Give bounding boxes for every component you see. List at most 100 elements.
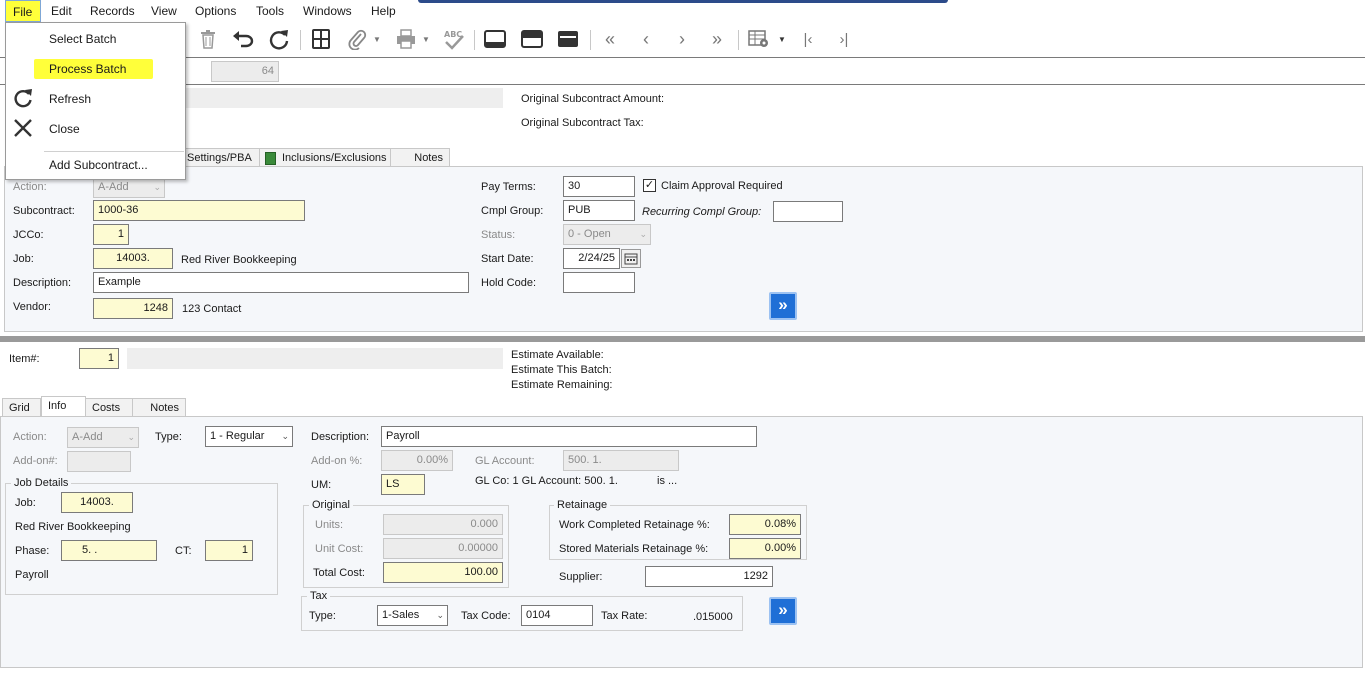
calculator-icon[interactable] <box>308 26 334 52</box>
menu-help[interactable]: Help <box>371 4 396 18</box>
layout-top-icon[interactable] <box>555 26 581 52</box>
cmpl-group-input[interactable]: PUB <box>563 200 635 221</box>
gl-account-input[interactable]: 500. 1. <box>563 450 679 471</box>
item-action-select[interactable]: A-Add ⌄ <box>67 427 139 448</box>
menu-options[interactable]: Options <box>195 4 236 18</box>
item-forward-arrows-button[interactable]: » <box>769 597 797 625</box>
addon-pct-label: Add-on %: <box>311 455 363 467</box>
next-record-icon[interactable]: › <box>669 26 695 52</box>
subcontract-label: Subcontract: <box>13 205 75 217</box>
toolbar-separator <box>738 30 739 50</box>
calendar-icon[interactable] <box>621 249 641 268</box>
description-input[interactable]: Example <box>93 272 469 293</box>
um-input[interactable]: LS <box>381 474 425 495</box>
menu-process-batch[interactable]: Process Batch <box>49 62 126 76</box>
job-details-title: Job Details <box>11 477 72 489</box>
tax-code-input[interactable]: 0104 <box>521 605 593 626</box>
batch-header <box>0 57 1365 85</box>
start-date-input[interactable]: 2/24/25 <box>563 248 620 269</box>
sm-retainage-input[interactable]: 0.00% <box>729 538 801 559</box>
supplier-input[interactable]: 1292 <box>645 566 773 587</box>
tab-info[interactable]: Info <box>41 396 86 418</box>
menu-file[interactable]: File <box>5 0 41 22</box>
menu-separator <box>44 151 184 152</box>
ct-input[interactable]: 1 <box>205 540 253 561</box>
wc-retainage-label: Work Completed Retainage %: <box>559 519 710 531</box>
grid-dropdown-icon[interactable]: ▼ <box>776 26 788 52</box>
tab-settings-pba[interactable]: Settings/PBA <box>180 148 260 168</box>
total-cost-label: Total Cost: <box>313 567 365 579</box>
units-input[interactable]: 0.000 <box>383 514 503 535</box>
phase-name: Payroll <box>15 569 49 581</box>
print-icon[interactable] <box>393 26 419 52</box>
estimate-this-batch-label: Estimate This Batch: <box>511 364 612 376</box>
wc-retainage-input[interactable]: 0.08% <box>729 514 801 535</box>
recurring-compl-group-label: Recurring Compl Group: <box>642 206 762 218</box>
menu-close[interactable]: Close <box>49 122 80 136</box>
last-record-icon[interactable]: » <box>704 26 730 52</box>
unit-cost-input[interactable]: 0.00000 <box>383 538 503 559</box>
item-description-input[interactable]: Payroll <box>381 426 757 447</box>
status-select[interactable]: 0 - Open ⌄ <box>563 224 651 245</box>
hold-code-input[interactable] <box>563 272 635 293</box>
spellcheck-icon[interactable]: ABC <box>441 26 467 52</box>
last-row-icon[interactable]: ›| <box>831 26 857 52</box>
tab-notes-bottom[interactable]: Notes <box>132 398 186 418</box>
type-select[interactable]: 1 - Regular ⌄ <box>205 426 293 447</box>
menu-edit[interactable]: Edit <box>51 4 72 18</box>
tab-costs[interactable]: Costs <box>85 398 133 418</box>
item-job-input[interactable]: 14003. <box>61 492 133 513</box>
forward-arrows-button[interactable]: » <box>769 292 797 320</box>
menu-tools[interactable]: Tools <box>256 4 284 18</box>
job-input[interactable]: 14003. <box>93 248 173 269</box>
status-label: Status: <box>481 229 516 241</box>
ct-label: CT: <box>175 545 192 557</box>
menu-refresh[interactable]: Refresh <box>49 92 91 106</box>
tab-notes-top[interactable]: Notes <box>390 148 450 168</box>
vendor-input[interactable]: 1248 <box>93 298 173 319</box>
units-label: Units: <box>315 519 344 531</box>
addon-pct-input[interactable]: 0.00% <box>381 450 453 471</box>
chevron-down-icon: ⌄ <box>281 431 289 441</box>
menu-select-batch[interactable]: Select Batch <box>49 32 116 46</box>
double-arrow-right-icon: » <box>778 600 788 619</box>
pay-terms-input[interactable]: 30 <box>563 176 635 197</box>
tab-inclusions-exclusions[interactable]: Inclusions/Exclusions <box>259 148 391 168</box>
previous-record-icon[interactable]: ‹ <box>633 26 659 52</box>
phase-input[interactable]: 5. . <box>61 540 157 561</box>
action-label: Action: <box>13 181 47 193</box>
menu-windows[interactable]: Windows <box>303 4 352 18</box>
redo-icon[interactable] <box>266 26 292 52</box>
item-description-label: Description: <box>311 431 370 443</box>
delete-icon[interactable] <box>195 26 221 52</box>
layout-bottom-icon[interactable] <box>482 26 508 52</box>
first-row-icon[interactable]: |‹ <box>795 26 821 52</box>
splitter-bar[interactable] <box>0 336 1365 342</box>
action-select[interactable]: A-Add ⌄ <box>93 177 165 198</box>
menu-records[interactable]: Records <box>90 4 135 18</box>
grid-settings-icon[interactable] <box>746 26 772 52</box>
menu-view[interactable]: View <box>151 4 177 18</box>
claim-approval-checkbox[interactable]: ✓ <box>643 179 656 192</box>
action-select-value: A-Add <box>98 181 129 193</box>
jcco-input[interactable]: 1 <box>93 224 129 245</box>
print-dropdown-icon[interactable]: ▼ <box>420 26 432 52</box>
total-cost-input[interactable]: 100.00 <box>383 562 503 583</box>
layout-split-icon[interactable] <box>519 26 545 52</box>
tax-type-select[interactable]: 1-Sales ⌄ <box>377 605 448 626</box>
attachment-icon[interactable] <box>344 26 370 52</box>
gl-is-text: is ... <box>657 475 678 487</box>
attachment-dropdown-icon[interactable]: ▼ <box>371 26 383 52</box>
first-record-icon[interactable]: « <box>597 26 623 52</box>
item-input[interactable]: 1 <box>79 348 119 369</box>
original-tax-label: Original Subcontract Tax: <box>521 117 644 129</box>
type-label: Type: <box>155 431 182 443</box>
addon-input[interactable] <box>67 451 131 472</box>
tab-grid[interactable]: Grid <box>2 398 41 418</box>
undo-icon[interactable] <box>230 26 256 52</box>
retainage-title: Retainage <box>554 499 611 511</box>
subcontract-input[interactable]: 1000-36 <box>93 200 305 221</box>
recurring-compl-group-input[interactable] <box>773 201 843 222</box>
estimate-remaining-label: Estimate Remaining: <box>511 379 613 391</box>
menu-add-subcontract[interactable]: Add Subcontract... <box>49 158 148 172</box>
